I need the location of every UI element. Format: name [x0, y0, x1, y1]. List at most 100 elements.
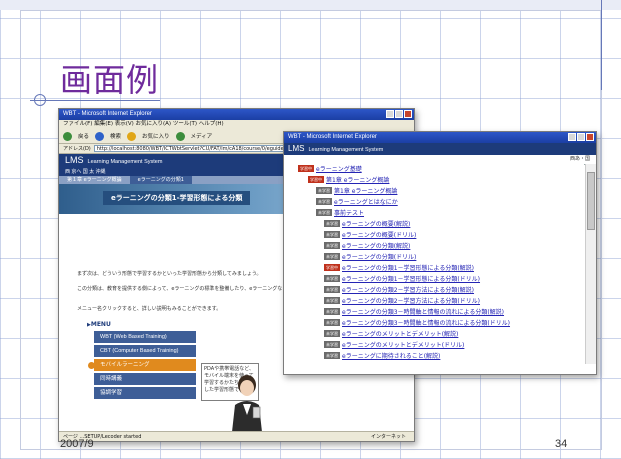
status-zone: インターネット: [370, 434, 406, 440]
toc-link[interactable]: 第1章 eラーニング概論: [334, 186, 397, 195]
toc-list: 学習中 eラーニング基礎 学習中 第1章 eラーニング概論 未学習 第1章 eラーニング概…: [284, 164, 584, 374]
lms-header-2: LMS Learning Management System: [284, 143, 596, 155]
maximize-icon[interactable]: [395, 110, 403, 118]
toc-link[interactable]: 第1章 eラーニング概論: [326, 175, 389, 184]
menu-item-lecture[interactable]: 同時講義: [94, 373, 196, 386]
toc-link[interactable]: eラーニングの分類3－時間軸と情報の流れによる分類(ドリル): [342, 318, 510, 327]
toc-item: 未学習 eラーニングとはなにか: [316, 197, 398, 206]
toc-item: 未学習 eラーニングのメリットとデメリット(ドリル): [324, 340, 464, 349]
toc-item: 未学習 eラーニングの分類3－時間軸と情報の流れによる分類(ドリル): [324, 318, 510, 327]
toc-item: 未学習 eラーニングの分類(解説): [324, 241, 410, 250]
toc-link[interactable]: eラーニングの分類(ドリル): [342, 252, 416, 261]
window-titlebar[interactable]: WBT - Microsoft Internet Explorer: [59, 109, 414, 120]
top-band: [0, 0, 621, 10]
toc-link[interactable]: eラーニングの概要(ドリル): [342, 230, 416, 239]
status-tag: 未学習: [324, 341, 340, 348]
slide: 画面例 WBT - Microsoft Internet Explorer ファ…: [0, 0, 621, 459]
toc-link[interactable]: eラーニングの分類1－学習形態による分類(解説): [342, 263, 474, 272]
toolbar-back-label[interactable]: 戻る: [78, 132, 89, 140]
nav-section[interactable]: eラーニングの分類1: [129, 176, 192, 184]
search-icon[interactable]: [95, 131, 105, 141]
status-tag: 未学習: [316, 198, 332, 205]
toc-link[interactable]: eラーニングの分類3－時間軸と情報の流れによる分類(解説): [342, 307, 504, 316]
toc-link[interactable]: eラーニング基礎: [316, 164, 362, 173]
lms-logo: LMS: [65, 155, 84, 165]
toc-item: 未学習 eラーニングの分類(ドリル): [324, 252, 416, 261]
status-tag: 学習中: [298, 165, 314, 172]
close-icon[interactable]: [404, 110, 412, 118]
status-tag: 未学習: [324, 352, 340, 359]
toc-link[interactable]: eラーニングの概要(解説): [342, 219, 410, 228]
lms-subtitle-2: Learning Management System: [308, 147, 384, 153]
status-tag: 未学習: [324, 308, 340, 315]
status-tag: 未学習: [316, 209, 332, 216]
menu-item-wbt[interactable]: WBT (Web Based Training): [94, 331, 196, 344]
accent-vertical-line: [601, 0, 602, 90]
toc-link[interactable]: eラーニングの分類2－学習方法による分類(解説): [342, 285, 474, 294]
toc-link[interactable]: eラーニングに期待されること(解説): [342, 351, 440, 360]
status-tag: 未学習: [324, 220, 340, 227]
toc-link[interactable]: eラーニングの分類(解説): [342, 241, 410, 250]
intro-paragraph-1: まず次は、どういう形態で学習するかといった学習形態から分類してみましょう。: [77, 271, 262, 277]
crosshair-icon: [34, 94, 46, 106]
toc-item: 未学習 eラーニングの概要(ドリル): [324, 230, 416, 239]
lms-logo-2: LMS: [288, 144, 305, 153]
toc-item: 未学習 eラーニングの分類2－学習方法による分類(ドリル): [324, 296, 480, 305]
menu-heading: MENU: [87, 321, 111, 328]
toc-item: 未学習 eラーニングの分類3－時間軸と情報の流れによる分類(解説): [324, 307, 504, 316]
status-tag: 未学習: [324, 231, 340, 238]
status-tag: 学習中: [308, 176, 324, 183]
toc-item: 未学習 第1章 eラーニング概論: [316, 186, 397, 195]
status-tag: 未学習: [324, 253, 340, 260]
favorites-icon[interactable]: [127, 131, 137, 141]
status-tag: 未学習: [324, 330, 340, 337]
toc-item: 未学習 事前テスト: [316, 208, 364, 217]
toc-item: 学習中 第1章 eラーニング概論: [308, 175, 389, 184]
browser-window-toc[interactable]: WBT - Microsoft Internet Explorer LMS Lea…: [283, 131, 597, 375]
toc-link[interactable]: eラーニングの分類2－学習方法による分類(ドリル): [342, 296, 480, 305]
intro-paragraph-3: メニュー名クリックすると、詳しい説明もみることができます。: [77, 306, 222, 312]
window-title-2: WBT - Microsoft Internet Explorer: [288, 134, 377, 140]
toc-link[interactable]: eラーニングとはなにか: [334, 197, 398, 206]
toolbar-media-label[interactable]: メディア: [191, 132, 213, 140]
scrollbar[interactable]: [585, 164, 596, 364]
minimize-icon[interactable]: [386, 110, 394, 118]
window-title: WBT - Microsoft Internet Explorer: [63, 111, 152, 117]
toc-link[interactable]: eラーニングの分類1－学習形態による分類(ドリル): [342, 274, 480, 283]
menu-item-mobile[interactable]: モバイルラーニング: [88, 359, 196, 372]
section-title: eラーニングの分類1-学習形態による分類: [103, 191, 251, 205]
maximize-icon[interactable]: [577, 133, 585, 141]
nav-chapter[interactable]: 第１章 eラーニング概論: [59, 176, 130, 184]
slide-page-number: 34: [555, 438, 568, 450]
status-tag: 未学習: [324, 275, 340, 282]
status-tag: 未学習: [324, 286, 340, 293]
toc-item: 未学習 eラーニングのメリットとデメリット(解説): [324, 329, 458, 338]
status-bar: ページ ...SETUP/Lecoder started インターネット: [59, 431, 414, 441]
status-tag: 学習中: [324, 264, 340, 271]
toc-link[interactable]: eラーニングのメリットとデメリット(解説): [342, 329, 458, 338]
status-tag: 未学習: [316, 187, 332, 194]
toolbar-search-label[interactable]: 検索: [110, 132, 121, 140]
close-icon[interactable]: [586, 133, 594, 141]
address-label: アドレス(D): [63, 146, 91, 152]
slide-title: 画面例: [60, 61, 160, 99]
media-icon[interactable]: [175, 131, 185, 141]
toc-link[interactable]: eラーニングのメリットとデメリット(ドリル): [342, 340, 464, 349]
menu-item-collab[interactable]: 協調学習: [94, 387, 196, 400]
toc-item: 未学習 eラーニングの分類1－学習形態による分類(ドリル): [324, 274, 480, 283]
back-icon[interactable]: [63, 131, 72, 141]
toc-link[interactable]: 事前テスト: [334, 208, 364, 217]
menu-item-cbt[interactable]: CBT (Computer Based Training): [94, 345, 196, 358]
minimize-icon[interactable]: [568, 133, 576, 141]
slide-date: 2007/9: [60, 438, 94, 450]
window-titlebar-2[interactable]: WBT - Microsoft Internet Explorer: [284, 132, 596, 143]
menubar[interactable]: ファイル(F) 編集(E) 表示(V) お気に入り(A) ツール(T) ヘルプ(…: [59, 120, 414, 129]
scrollbar-thumb[interactable]: [587, 172, 595, 230]
toc-item: 学習中 eラーニングの分類1－学習形態による分類(解説): [324, 263, 474, 272]
status-tag: 未学習: [324, 242, 340, 249]
toc-item: 未学習 eラーニングに期待されること(解説): [324, 351, 440, 360]
lms-subtitle: Learning Management System: [87, 159, 163, 165]
toc-item: 学習中 eラーニング基礎: [298, 164, 362, 173]
toolbar-favorites-label[interactable]: お気に入り: [142, 132, 170, 140]
toc-item: 未学習 eラーニングの概要(解説): [324, 219, 410, 228]
